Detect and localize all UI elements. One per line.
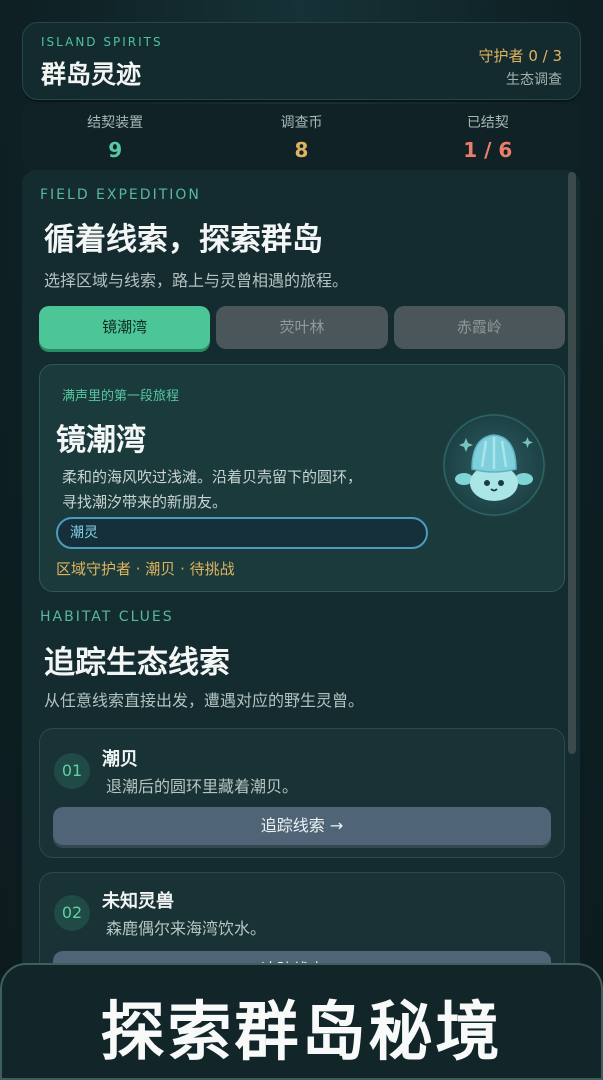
clue-name: 潮贝 xyxy=(102,749,138,770)
tab-crimson-ridge[interactable]: 赤霞岭 xyxy=(393,306,565,349)
expedition-eyebrow: FIELD EXPEDITION xyxy=(40,187,201,203)
clue-number: 01 xyxy=(54,753,90,789)
region-card[interactable]: 满声里的第一段旅程 镜潮湾 柔和的海风吹过浅滩。沿着贝壳留下的圆环， 寻找潮汐带… xyxy=(39,364,565,592)
app-header: ISLAND SPIRITS 群岛灵迹 守护者 0 / 3 生态调查 xyxy=(22,22,581,100)
clues-eyebrow: HABITAT CLUES xyxy=(40,609,174,625)
clues-title: 追踪生态线索 xyxy=(44,645,230,681)
tide-spirit-avatar xyxy=(442,413,546,517)
shell-spirit-icon xyxy=(443,414,545,516)
stat-coins: 调查币 8 xyxy=(208,104,394,170)
stat-value: 8 xyxy=(294,138,309,162)
clue-name: 未知灵兽 xyxy=(102,891,174,912)
guardian-counter: 守护者 0 / 3 xyxy=(478,47,562,65)
clues-subtitle: 从任意线索直接出发，遭遇对应的野生灵曾。 xyxy=(44,691,365,710)
tab-firefly-forest[interactable]: 荧叶林 xyxy=(216,306,388,349)
scrollbar[interactable] xyxy=(568,172,576,754)
stat-label: 已结契 xyxy=(466,115,509,131)
region-guardian-meta: 区域守护者 · 潮贝 · 待挑战 xyxy=(56,560,235,578)
region-description-line2: 寻找潮汐带来的新朋友。 xyxy=(62,493,228,511)
stats-bar: 结契装置 9 调查币 8 已结契 1 / 6 xyxy=(22,104,581,170)
clue-description: 退潮后的圆环里藏着潮贝。 xyxy=(106,777,299,796)
app-eyebrow: ISLAND SPIRITS xyxy=(41,35,163,49)
stat-contracted: 已结契 1 / 6 xyxy=(395,104,581,170)
region-tag: 满声里的第一段旅程 xyxy=(62,389,180,404)
promo-banner-text: 探索群岛秘境 xyxy=(100,996,503,1070)
app-title: 群岛灵迹 xyxy=(41,60,142,89)
clue-number: 02 xyxy=(54,895,90,931)
region-tabs: 镜潮湾 荧叶林 赤霞岭 xyxy=(39,306,565,349)
stat-label: 调查币 xyxy=(280,115,323,131)
stat-value: 9 xyxy=(108,138,123,162)
clue-card[interactable]: 01 潮贝 退潮后的圆环里藏着潮贝。 追踪线索 → xyxy=(39,728,565,858)
promo-banner: 探索群岛秘境 xyxy=(0,963,603,1080)
survey-label: 生态调查 xyxy=(506,72,562,88)
tab-mirror-bay[interactable]: 镜潮湾 xyxy=(39,306,211,349)
clue-description: 森鹿偶尔来海湾饮水。 xyxy=(106,919,267,938)
track-clue-button[interactable]: 追踪线索 → xyxy=(53,807,551,845)
expedition-subtitle: 选择区域与线索，路上与灵曾相遇的旅程。 xyxy=(44,271,349,290)
region-description-line1: 柔和的海风吹过浅滩。沿着贝壳留下的圆环， xyxy=(62,468,363,486)
expedition-title: 循着线索，探索群岛 xyxy=(44,222,323,258)
stat-value: 1 / 6 xyxy=(463,138,513,162)
region-name: 镜潮湾 xyxy=(56,423,146,458)
stat-label: 结契装置 xyxy=(87,115,144,131)
element-chip: 潮灵 xyxy=(56,517,428,549)
stat-devices: 结契装置 9 xyxy=(22,104,208,170)
